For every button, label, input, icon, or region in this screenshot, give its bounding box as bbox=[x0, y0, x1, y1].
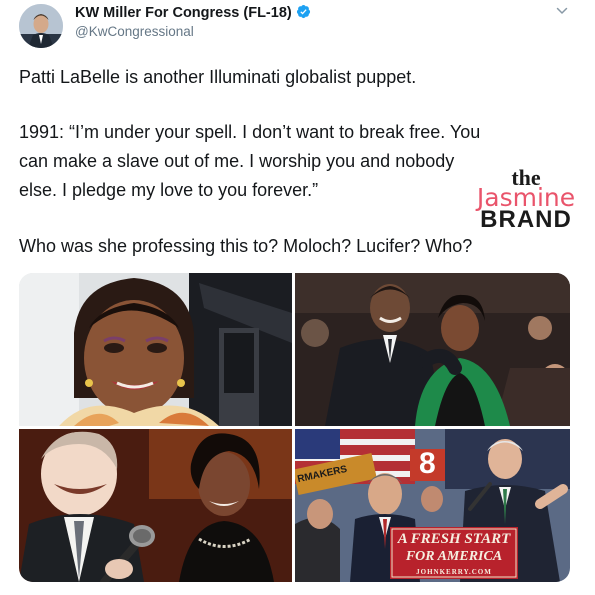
grid-divider-horizontal bbox=[19, 426, 570, 429]
tweet-question: Who was she professing this to? Moloch? … bbox=[19, 236, 473, 256]
author-name-text: KW Miller For Congress (FL-18) bbox=[75, 5, 292, 21]
author-avatar[interactable] bbox=[19, 4, 63, 48]
photo-4[interactable]: RMAKERS 8 A FRESH START FOR AMERICA JOHN… bbox=[295, 429, 570, 582]
banner-url: JOHNKERRY.COM bbox=[416, 568, 492, 576]
photo-3[interactable] bbox=[19, 429, 292, 582]
tweet-quote-line-1: 1991: “I’m under your spell. I don’t wan… bbox=[19, 122, 481, 142]
tweet-quote-line-2: can make a slave out of me. I worship yo… bbox=[19, 151, 455, 171]
tweet-line-1: Patti LaBelle is another Illuminati glob… bbox=[19, 67, 417, 87]
photo-2[interactable] bbox=[295, 273, 570, 426]
author-handle[interactable]: @KwCongressional bbox=[75, 24, 194, 39]
chevron-down-icon[interactable] bbox=[555, 4, 569, 18]
tweet-quote-line-3: else. I pledge my love to you forever.” bbox=[19, 180, 319, 200]
banner-line-2: FOR AMERICA bbox=[405, 549, 503, 564]
verified-badge-icon bbox=[296, 4, 310, 19]
photo-1[interactable] bbox=[19, 273, 292, 426]
photo4-number-sign: 8 bbox=[419, 447, 436, 480]
author-display-name[interactable]: KW Miller For Congress (FL-18) bbox=[75, 4, 311, 21]
media-grid: RMAKERS 8 A FRESH START FOR AMERICA JOHN… bbox=[19, 273, 570, 582]
banner-line-1: A FRESH START bbox=[397, 531, 511, 547]
watermark-brand: BRAND bbox=[480, 206, 572, 233]
